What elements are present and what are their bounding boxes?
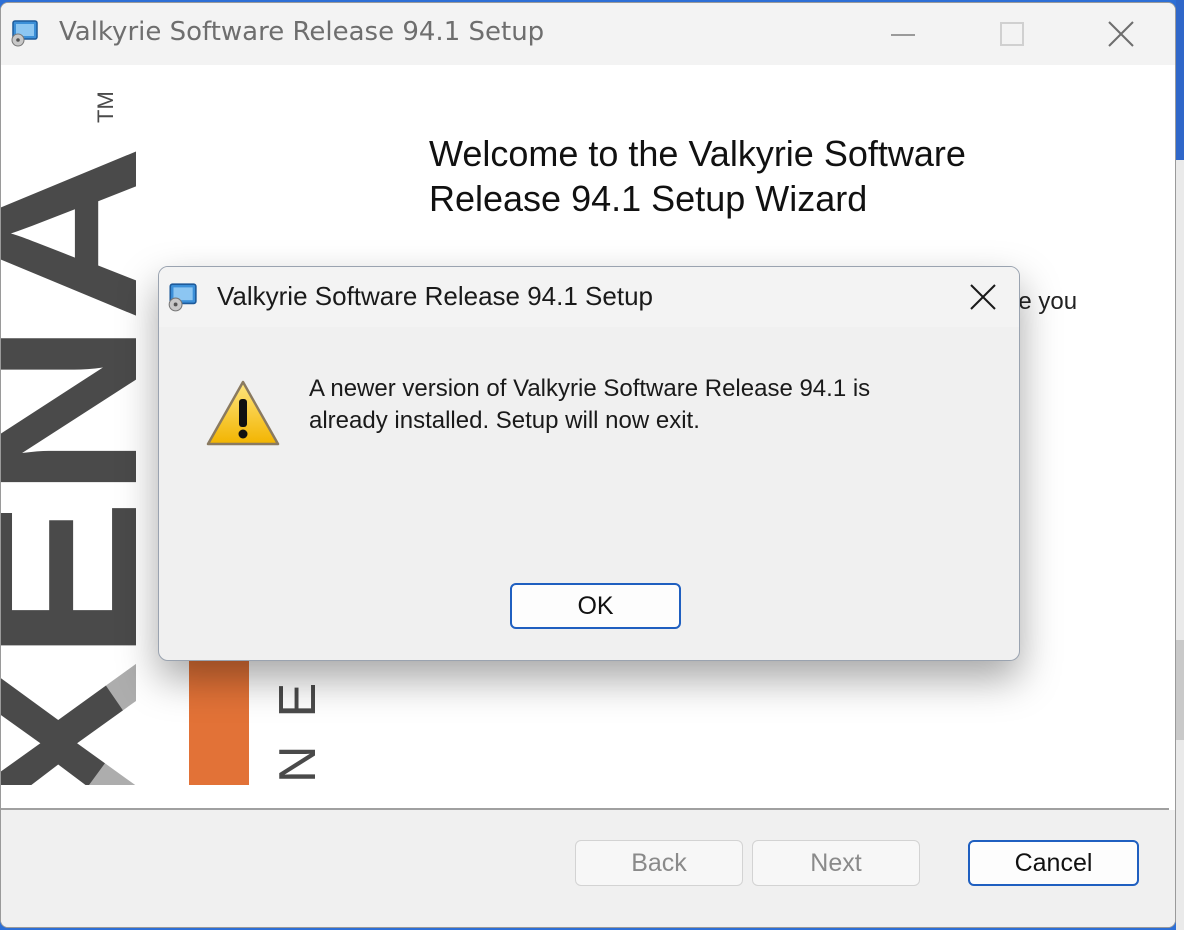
welcome-line-1: Welcome to the Valkyrie Software — [429, 133, 966, 174]
welcome-heading: Welcome to the Valkyrie Software Release… — [429, 131, 966, 221]
installer-app-icon — [168, 283, 197, 312]
logo-accent — [189, 661, 249, 785]
back-button[interactable]: Back — [575, 840, 743, 886]
dialog-message-line-1: A newer version of Valkyrie Software Rel… — [309, 375, 871, 402]
dialog-message-line-2: already installed. Setup will now exit. — [309, 407, 700, 434]
dialog-close-button[interactable] — [961, 277, 1005, 317]
desktop-edge — [1176, 0, 1184, 930]
welcome-line-2: Release 94.1 Setup Wizard — [429, 178, 868, 219]
minimize-button[interactable] — [881, 13, 925, 57]
dialog-titlebar: Valkyrie Software Release 94.1 Setup — [159, 267, 1019, 327]
desktop-strip — [1176, 0, 1184, 160]
dialog-message: A newer version of Valkyrie Software Rel… — [309, 373, 969, 437]
ok-button[interactable]: OK — [510, 583, 681, 629]
installer-app-icon — [11, 20, 38, 47]
window-title: Valkyrie Software Release 94.1 Setup — [59, 17, 545, 47]
cancel-button[interactable]: Cancel — [968, 840, 1139, 886]
desktop-strip — [1176, 640, 1184, 740]
welcome-body-fragment: le you — [1013, 288, 1078, 315]
window-titlebar: Valkyrie Software Release 94.1 Setup — [1, 3, 1175, 65]
maximize-button[interactable] — [989, 13, 1033, 57]
next-button[interactable]: Next — [752, 840, 920, 886]
logo-tm: TM — [93, 91, 118, 123]
warning-icon — [206, 380, 280, 446]
window-close-button[interactable] — [1099, 13, 1143, 57]
dialog-title: Valkyrie Software Release 94.1 Setup — [217, 281, 653, 311]
error-dialog: Valkyrie Software Release 94.1 Setup A n… — [158, 266, 1020, 661]
